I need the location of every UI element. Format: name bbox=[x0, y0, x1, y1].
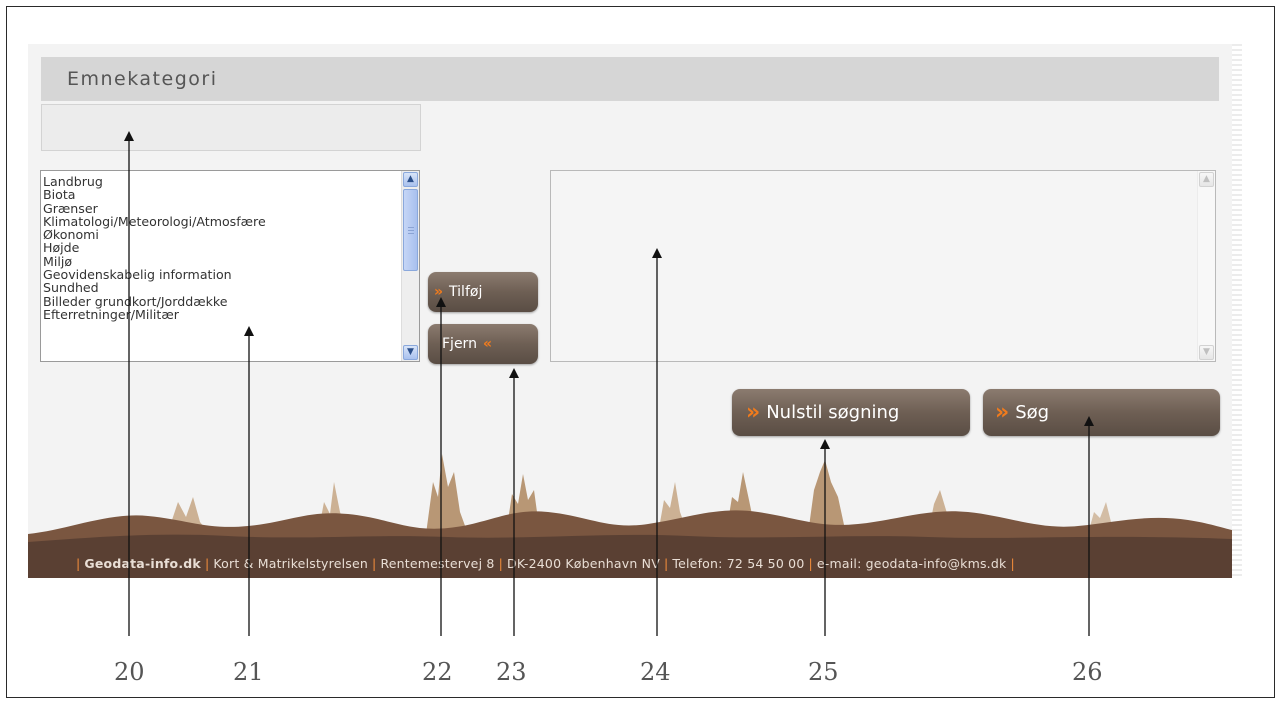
search-panel: Emnekategori Landbrug Biota Grænser Klim… bbox=[28, 44, 1232, 578]
landscape-illustration bbox=[28, 454, 1232, 552]
selected-categories-listbox[interactable]: ▲ ▼ bbox=[550, 170, 1216, 362]
double-chevron-right-icon: » bbox=[995, 400, 1010, 425]
footer-bar: | Geodata-info.dk | Kort & Matrikelstyrelse… bbox=[28, 549, 1232, 578]
list-item[interactable]: Klimatologi/Meteorologi/Atmosfære bbox=[43, 215, 403, 229]
scroll-down-arrow-icon[interactable]: ▼ bbox=[403, 345, 418, 360]
category-scrollbar[interactable]: ▲ ▼ bbox=[401, 171, 419, 361]
reset-search-label: Nulstil søgning bbox=[766, 402, 900, 423]
list-item[interactable]: Sundhed bbox=[43, 281, 403, 295]
separator: | bbox=[663, 556, 669, 571]
footer-email-link[interactable]: e-mail: geodata-info@kms.dk bbox=[817, 556, 1007, 571]
separator: | bbox=[808, 556, 813, 571]
list-item[interactable]: Landbrug bbox=[43, 175, 403, 189]
list-item[interactable]: Billeder grundkort/Jorddække bbox=[43, 294, 403, 308]
panel-edge-dots bbox=[1232, 44, 1242, 578]
separator: | bbox=[204, 556, 210, 571]
list-item[interactable]: Grænser bbox=[43, 201, 403, 215]
footer-street: Rentemestervej 8 bbox=[380, 556, 495, 571]
list-item[interactable]: Efterretninger/Militær bbox=[43, 308, 403, 322]
separator: | bbox=[1010, 556, 1015, 571]
selected-scrollbar[interactable]: ▲ ▼ bbox=[1197, 171, 1215, 361]
double-chevron-right-icon: » bbox=[746, 400, 761, 425]
double-chevron-right-icon: » bbox=[434, 284, 444, 300]
scroll-thumb[interactable] bbox=[403, 189, 418, 271]
search-button[interactable]: » Søg bbox=[983, 389, 1220, 436]
scroll-down-arrow-icon[interactable]: ▼ bbox=[1199, 345, 1214, 360]
add-button-label: Tilføj bbox=[449, 284, 483, 300]
add-button[interactable]: » Tilføj bbox=[428, 272, 538, 312]
separator: | bbox=[372, 556, 377, 571]
list-item[interactable]: Miljø bbox=[43, 254, 403, 268]
category-list: Landbrug Biota Grænser Klimatologi/Meteo… bbox=[41, 175, 403, 322]
footer-city: DK-2400 København NV bbox=[507, 556, 660, 571]
scroll-up-arrow-icon[interactable]: ▲ bbox=[1199, 172, 1214, 187]
grip-icon bbox=[408, 227, 414, 234]
separator: | bbox=[498, 556, 503, 571]
search-button-label: Søg bbox=[1015, 402, 1050, 423]
list-item[interactable]: Biota bbox=[43, 188, 403, 202]
section-header: Emnekategori bbox=[41, 57, 1219, 101]
list-item[interactable]: Geovidenskabelig information bbox=[43, 268, 403, 282]
separator: | bbox=[76, 556, 81, 571]
category-listbox[interactable]: Landbrug Biota Grænser Klimatologi/Meteo… bbox=[40, 170, 420, 362]
double-chevron-left-icon: « bbox=[482, 336, 492, 352]
list-item[interactable]: Højde bbox=[43, 241, 403, 255]
footer-phone: Telefon: 72 54 50 00 bbox=[672, 556, 805, 571]
footer-org: Kort & Matrikelstyrelsen bbox=[213, 556, 369, 571]
list-item[interactable]: Økonomi bbox=[43, 228, 403, 242]
footer-site-link[interactable]: Geodata-info.dk bbox=[84, 556, 201, 571]
reset-search-button[interactable]: » Nulstil søgning bbox=[732, 389, 970, 436]
scroll-up-arrow-icon[interactable]: ▲ bbox=[403, 172, 418, 187]
selected-category-display bbox=[41, 104, 421, 151]
remove-button[interactable]: Fjern « bbox=[428, 324, 538, 364]
section-title: Emnekategori bbox=[67, 68, 218, 90]
remove-button-label: Fjern bbox=[442, 336, 477, 352]
